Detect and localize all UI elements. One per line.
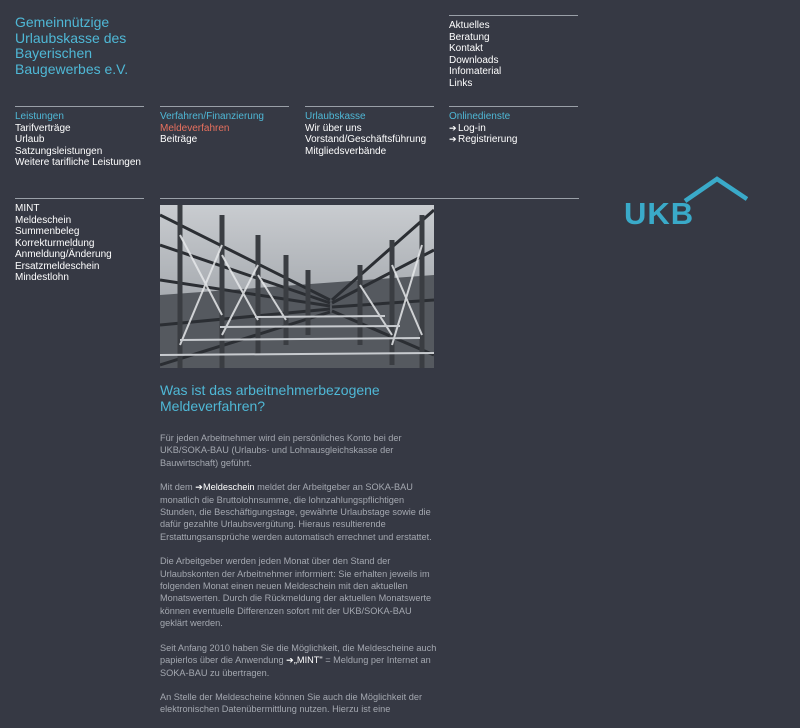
nav-item-weitere-leistungen[interactable]: Weitere tarifliche Leistungen	[15, 157, 144, 169]
nav-leistungen: Leistungen Tarifverträge Urlaub Satzungs…	[15, 106, 144, 169]
article: Was ist das arbeitnehmerbezogene Meldeve…	[160, 382, 440, 728]
utility-link-infomaterial[interactable]: Infomaterial	[449, 66, 578, 78]
side-item-meldeschein[interactable]: Meldeschein	[15, 215, 144, 227]
arrow-right-icon: ➔	[286, 655, 294, 666]
arrow-right-icon: ➔	[449, 134, 457, 144]
org-title-line: Baugewerbes e.V.	[15, 60, 129, 77]
mint-link[interactable]: „MINT"	[294, 655, 323, 665]
nav-item-login-label: Log-in	[458, 122, 486, 134]
construction-photo	[160, 205, 434, 368]
side-item-anmeldung[interactable]: Anmeldung/Änderung	[15, 249, 144, 261]
utility-link-kontakt[interactable]: Kontakt	[449, 43, 578, 55]
side-item-ersatzmeldeschein[interactable]: Ersatzmeldeschein	[15, 261, 144, 273]
nav-item-vorstand[interactable]: Vorstand/Geschäftsführung	[305, 134, 434, 146]
utility-nav: Aktuelles Beratung Kontakt Downloads Inf…	[449, 15, 578, 89]
side-item-mindestlohn[interactable]: Mindestlohn	[15, 272, 144, 284]
nav-item-mitgliedsverbaende[interactable]: Mitgliedsverbände	[305, 146, 434, 158]
nav-head-urlaubskasse[interactable]: Urlaubskasse	[305, 111, 434, 123]
nav-head-leistungen[interactable]: Leistungen	[15, 111, 144, 123]
ukb-logo[interactable]: UKB	[622, 174, 748, 234]
nav-item-urlaub[interactable]: Urlaub	[15, 134, 144, 146]
nav-item-wir-ueber-uns[interactable]: Wir über uns	[305, 123, 434, 135]
article-title: Was ist das arbeitnehmerbezogene Meldeve…	[160, 382, 380, 414]
nav-item-tarifvertraege[interactable]: Tarifverträge	[15, 123, 144, 135]
article-paragraph: An Stelle der Meldescheine können Sie au…	[160, 691, 423, 715]
org-title[interactable]: Gemeinnützige Urlaubskasse des Bayerisch…	[15, 14, 150, 77]
arrow-right-icon: ➔	[449, 122, 457, 133]
nav-verfahren: Verfahren/Finanzierung Meldeverfahren Be…	[160, 106, 289, 146]
article-paragraph: Die Arbeitgeber werden jeden Monat über …	[160, 556, 432, 629]
nav-item-registrierung-label: Registrierung	[458, 134, 518, 145]
content-divider	[160, 198, 579, 199]
article-paragraph: Für jeden Arbeitnehmer wird ein persönli…	[160, 433, 402, 468]
side-item-summenbeleg[interactable]: Summenbeleg	[15, 226, 144, 238]
nav-item-meldeverfahren[interactable]: Meldeverfahren	[160, 123, 289, 135]
org-title-line: Gemeinnützige	[15, 14, 110, 30]
nav-head-onlinedienste[interactable]: Onlinedienste	[449, 111, 578, 123]
utility-link-beratung[interactable]: Beratung	[449, 32, 578, 44]
logo-text: UKB	[624, 196, 695, 231]
side-nav: MINT Meldeschein Summenbeleg Korrekturme…	[15, 198, 144, 284]
org-title-line: Urlaubskasse des	[15, 29, 127, 46]
paragraph-text: Mit dem	[160, 482, 196, 493]
nav-head-verfahren[interactable]: Verfahren/Finanzierung	[160, 111, 289, 123]
utility-link-downloads[interactable]: Downloads	[449, 55, 578, 67]
meldeschein-link[interactable]: Meldeschein	[203, 482, 255, 492]
nav-urlaubskasse: Urlaubskasse Wir über uns Vorstand/Gesch…	[305, 106, 434, 157]
nav-item-login[interactable]: ➔Log-in	[449, 123, 578, 135]
nav-onlinedienste: Onlinedienste ➔Log-in ➔Registrierung	[449, 106, 578, 146]
nav-item-beitraege[interactable]: Beiträge	[160, 134, 289, 146]
article-paragraph: Seit Anfang 2010 haben Sie die Möglichke…	[160, 642, 440, 679]
article-paragraph: Mit dem ➔Meldeschein meldet der Arbeitge…	[160, 481, 440, 543]
utility-link-links[interactable]: Links	[449, 78, 578, 90]
utility-link-aktuelles[interactable]: Aktuelles	[449, 20, 578, 32]
side-item-korrekturmeldung[interactable]: Korrekturmeldung	[15, 238, 144, 250]
nav-item-satzungsleistungen[interactable]: Satzungsleistungen	[15, 146, 144, 158]
arrow-right-icon: ➔	[195, 482, 203, 493]
nav-item-registrierung[interactable]: ➔Registrierung	[449, 134, 578, 146]
org-title-line: Bayerischen	[15, 45, 93, 61]
side-item-mint[interactable]: MINT	[15, 203, 144, 215]
